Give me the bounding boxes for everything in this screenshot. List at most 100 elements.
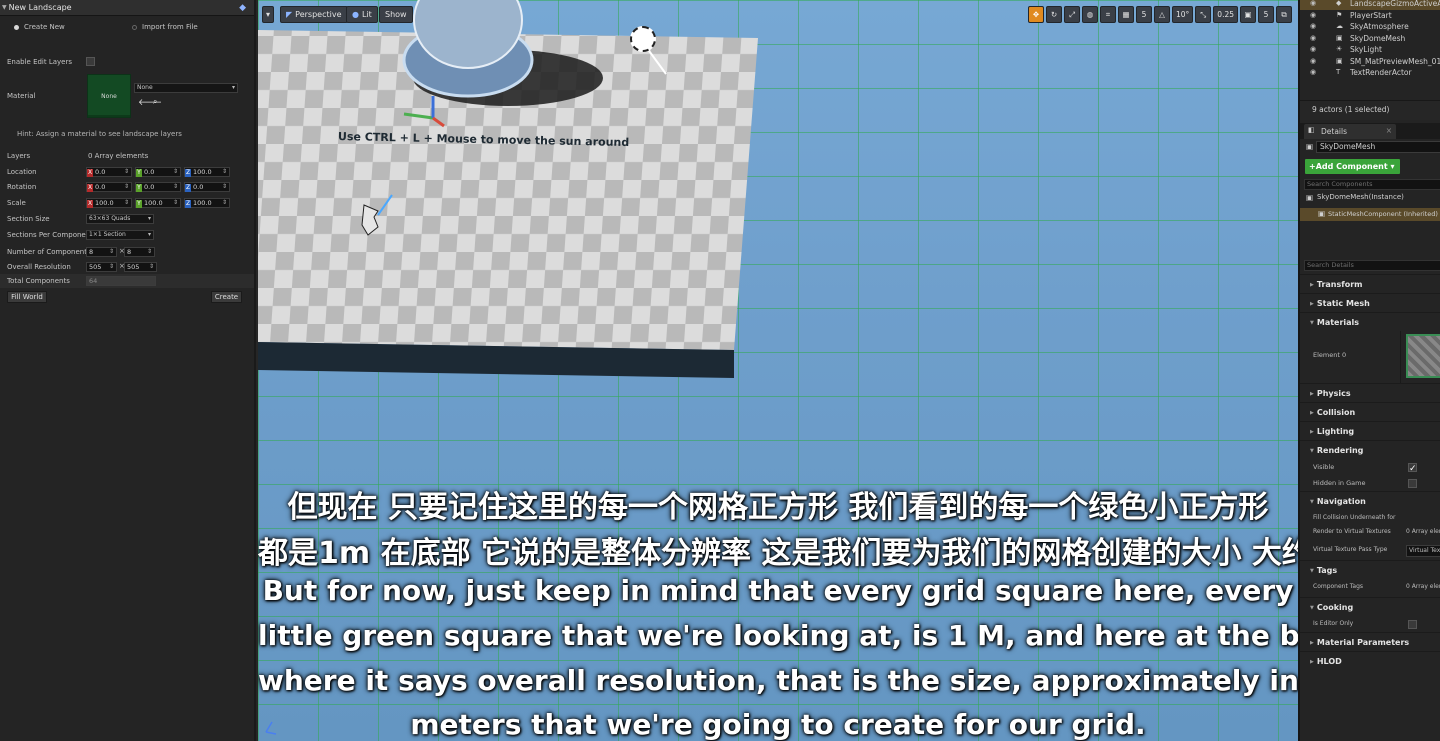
material-thumbnail[interactable]: None [87,74,131,118]
scale-label: Scale [7,199,26,207]
component-tags-row: Component Tags 0 Array elements [1300,579,1440,597]
category-lighting[interactable]: ▶ Lighting [1300,421,1440,440]
visibility-eye-icon[interactable]: ◉ [1310,33,1316,45]
section-size-select[interactable]: 63×63 Quads [86,214,154,224]
angle-snap-icon[interactable]: △ [1154,6,1170,23]
vt-pass-type-label: Virtual Texture Pass Type [1313,546,1388,553]
landscape-mode-icon[interactable]: ◆ [239,3,246,13]
visibility-eye-icon[interactable]: ◉ [1310,44,1316,56]
import-from-file-radio[interactable]: Import from File [132,23,250,31]
details-tab[interactable]: ◧ Details × [1304,124,1396,139]
scale-y-value: 100.0 [144,199,163,207]
viewport-menu-button[interactable]: ▾ [262,6,275,23]
visible-checkbox[interactable] [1408,461,1417,477]
browse-search-icon[interactable]: ⌕ [153,97,157,107]
category-label: Lighting [1316,427,1355,436]
total-components-value: 64 [89,277,98,285]
component-row-selected[interactable]: ▣ StaticMeshComponent (Inherited) [1300,208,1440,221]
location-x-field[interactable]: X 0.0 ⇕ [86,167,132,177]
resolution-a-field[interactable]: 505 ⇕ [86,262,117,272]
scale-x-field[interactable]: X 100.0 ⇕ [86,198,132,208]
directional-light-icon[interactable] [630,26,656,52]
grid-snap-icon[interactable]: ▦ [1118,6,1134,23]
category-rendering[interactable]: ▼ Rendering [1300,440,1440,459]
location-z-field[interactable]: Z 100.0 ⇕ [184,167,230,177]
grid-snap-value[interactable]: 5 [1136,6,1152,23]
category-label: Navigation [1316,497,1366,506]
visibility-eye-icon[interactable]: ◉ [1310,21,1316,33]
components-a-field[interactable]: 8 ⇕ [86,247,117,257]
search-details-input[interactable]: Search Details [1304,260,1440,271]
location-y-field[interactable]: Y 0.0 ⇕ [135,167,181,177]
category-static-mesh[interactable]: ▶ Static Mesh [1300,293,1440,312]
rotation-z-value: 0.0 [193,183,204,191]
outliner-item[interactable]: ◉ T TextRenderActor [1300,67,1440,79]
outliner-item[interactable]: ◉ ▣ SM_MatPreviewMesh_01 [1300,56,1440,68]
components-b-field[interactable]: 8 ⇕ [124,247,155,257]
outliner-item-label: PlayerStart [1350,10,1392,20]
rotate-tool-icon[interactable]: ↻ [1046,6,1062,23]
panel-header[interactable]: ▼ New Landscape [0,0,254,16]
visibility-eye-icon[interactable]: ◉ [1310,0,1316,10]
sections-per-component-select[interactable]: 1×1 Section [86,230,154,240]
lit-button[interactable]: ● Lit [346,6,378,23]
scale-tool-icon[interactable]: ⤢ [1064,6,1080,23]
camera-speed-value[interactable]: 5 [1258,6,1274,23]
category-transform[interactable]: ▶ Transform [1300,274,1440,293]
translate-tool-icon[interactable]: ✥ [1028,6,1044,23]
angle-snap-value[interactable]: 10° [1172,6,1194,23]
scale-z-field[interactable]: Z 100.0 ⇕ [184,198,230,208]
camera-speed-icon[interactable]: ▣ [1240,6,1256,23]
scale-snap-icon[interactable]: ⤡ [1195,6,1212,23]
category-tags[interactable]: ▼ Tags [1300,560,1440,579]
component-instance-row[interactable]: ▣ SkyDomeMesh(Instance) [1300,192,1440,204]
rotation-z-field[interactable]: Z 0.0 ⇕ [184,182,230,192]
collapse-arrow-icon[interactable]: ▼ [2,4,7,11]
resolution-b-field[interactable]: 505 ⇕ [124,262,157,272]
outliner-item[interactable]: ◉ ▣ SkyDomeMesh [1300,33,1440,45]
actor-name-input[interactable]: SkyDomeMesh [1316,141,1440,153]
close-tab-icon[interactable]: × [1386,126,1392,135]
category-hlod[interactable]: ▶ HLOD [1300,651,1440,670]
category-navigation[interactable]: ▼ Navigation [1300,491,1440,510]
category-material-parameters[interactable]: ▶ Material Parameters [1300,632,1440,651]
material-thumbnail[interactable] [1406,334,1440,378]
sky-light-icon: ☀ [1336,45,1343,53]
hidden-in-game-checkbox[interactable] [1408,479,1417,488]
outliner-item[interactable]: ◉ ☀ SkyLight [1300,44,1440,56]
spin-icon: ⇕ [221,183,227,190]
visibility-eye-icon[interactable]: ◉ [1310,10,1316,22]
subtitle-zh-line-1: 但现在 只要记住这里的每一个网格正方形 我们看到的每一个绿色小正方形 [287,490,1269,525]
scale-snap-value[interactable]: 0.25 [1213,6,1238,23]
create-new-radio[interactable]: Create New [14,23,132,31]
category-physics[interactable]: ▶ Physics [1300,383,1440,402]
show-button[interactable]: Show [379,6,413,23]
use-selected-arrow-icon[interactable]: 🡐 [138,97,162,108]
category-cooking[interactable]: ▼ Cooking [1300,597,1440,616]
outliner-item[interactable]: ◉ ◆ LandscapeGizmoActiveActor [1300,0,1440,10]
rotation-x-field[interactable]: X 0.0 ⇕ [86,182,132,192]
surface-snap-icon[interactable]: ⌗ [1100,6,1116,23]
outliner-footer: 9 actors (1 selected) [1300,100,1440,120]
world-space-icon[interactable]: ◍ [1082,6,1098,23]
scale-y-field[interactable]: Y 100.0 ⇕ [135,198,181,208]
create-button[interactable]: Create [211,291,242,303]
vt-pass-type-select[interactable]: Virtual Texture [1406,545,1440,557]
material-select[interactable]: None [134,83,238,93]
spin-icon: ⇕ [148,263,154,270]
is-editor-only-checkbox[interactable] [1408,620,1417,629]
outliner-item[interactable]: ◉ ☁ SkyAtmosphere [1300,21,1440,33]
fill-world-button[interactable]: Fill World [7,291,47,303]
category-materials[interactable]: ▼ Materials [1300,312,1440,331]
search-components-input[interactable]: Search Components [1304,179,1440,190]
level-viewport[interactable]: ▾ ◤ Perspective ● Lit Show ✥ ↻ ⤢ ◍ ⌗ ▦ 5 △… [258,0,1298,741]
maximize-viewport-icon[interactable]: ⧉ [1276,6,1292,23]
enable-edit-layers-checkbox[interactable] [86,57,95,66]
visibility-eye-icon[interactable]: ◉ [1310,56,1316,68]
add-component-button[interactable]: +Add Component ▾ [1305,159,1400,174]
rotation-y-field[interactable]: Y 0.0 ⇕ [135,182,181,192]
visibility-eye-icon[interactable]: ◉ [1310,67,1316,79]
category-collision[interactable]: ▶ Collision [1300,402,1440,421]
perspective-button[interactable]: ◤ Perspective [280,6,348,23]
outliner-item[interactable]: ◉ ⚑ PlayerStart [1300,10,1440,22]
